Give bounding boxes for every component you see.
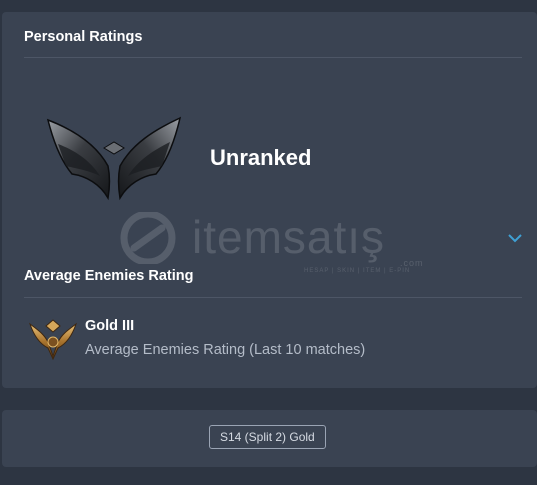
watermark-logo-icon xyxy=(120,210,176,266)
watermark-text: itemsatış xyxy=(192,211,386,263)
personal-ratings-card: Personal Ratings Unranked itemsatış HESA… xyxy=(2,12,537,388)
watermark: itemsatış HESAP | SKIN | ITEM | E-PIN .c… xyxy=(110,210,423,274)
unranked-emblem-icon xyxy=(46,116,182,201)
season-card: S14 (Split 2) Gold xyxy=(2,410,537,467)
average-enemies-title: Average Enemies Rating xyxy=(24,268,194,284)
chevron-down-icon[interactable] xyxy=(507,232,523,244)
average-subtitle: Average Enemies Rating (Last 10 matches) xyxy=(85,342,366,358)
average-tier: Gold III xyxy=(85,318,135,334)
divider xyxy=(24,297,522,298)
watermark-domain: .com xyxy=(400,258,424,268)
divider xyxy=(24,57,522,58)
season-badge[interactable]: S14 (Split 2) Gold xyxy=(209,425,326,449)
personal-ratings-title: Personal Ratings xyxy=(24,29,143,45)
watermark-tagline: HESAP | SKIN | ITEM | E-PIN xyxy=(304,268,411,274)
personal-rank: Unranked xyxy=(210,145,312,170)
gold-emblem-icon xyxy=(29,319,77,360)
